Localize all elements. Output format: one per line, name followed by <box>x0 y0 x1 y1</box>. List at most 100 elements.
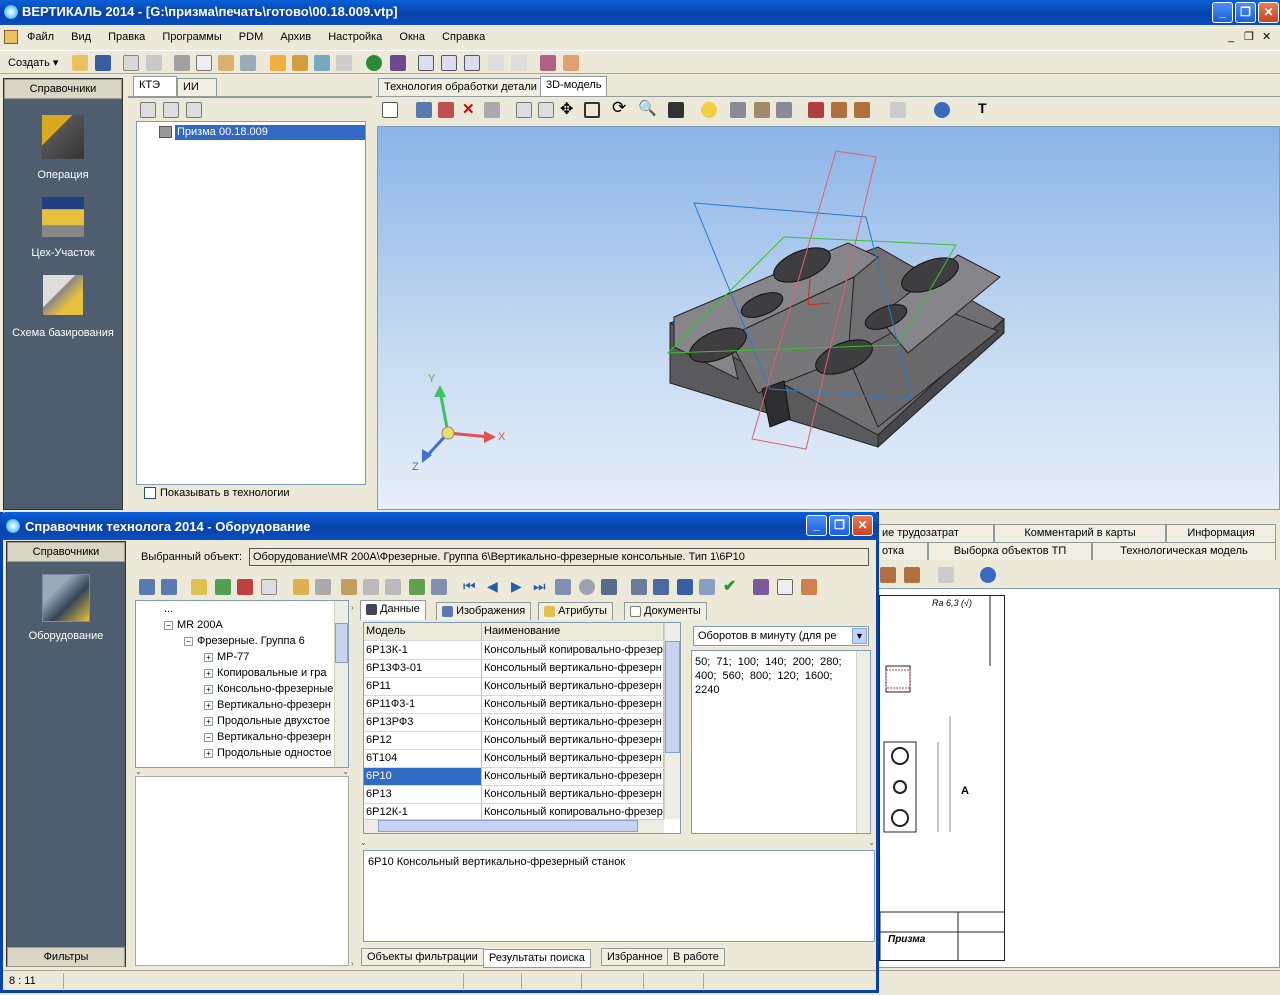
tool-tree-icon[interactable] <box>653 579 669 595</box>
export-tool-icon[interactable] <box>341 579 357 595</box>
tree-node[interactable]: + Продольные двухстое <box>140 713 336 729</box>
col-name-header[interactable]: Наименование <box>482 623 664 641</box>
menu-help[interactable]: Справка <box>442 31 485 43</box>
menu-programs[interactable]: Программы <box>162 31 221 43</box>
edit-icon[interactable] <box>191 579 207 595</box>
param-select[interactable]: Оборотов в минуту (для ре ▼ <box>693 626 869 646</box>
print-icon[interactable] <box>146 55 162 71</box>
tab-search-results[interactable]: Результаты поиска <box>483 949 591 968</box>
first-icon[interactable]: ⏮ <box>463 578 476 595</box>
check-remove-icon[interactable] <box>431 579 447 595</box>
mdi-close-icon[interactable]: ✕ <box>1262 27 1271 47</box>
tab-tech-processing[interactable]: Технология обработки детали <box>378 78 543 96</box>
rotate-icon[interactable]: ⟳ <box>612 98 626 118</box>
window-1-icon[interactable] <box>418 55 434 71</box>
minimize-button[interactable]: _ <box>1212 2 1233 23</box>
tree-scrollbar[interactable] <box>334 601 348 767</box>
show-in-tech-checkbox[interactable]: Показывать в технологии <box>144 487 290 500</box>
filter-icon[interactable] <box>601 579 617 595</box>
add-icon[interactable] <box>215 579 231 595</box>
draw-tool-2-icon[interactable] <box>904 567 920 583</box>
expand-icon[interactable]: + <box>204 716 213 726</box>
menu-settings[interactable]: Настройка <box>328 31 382 43</box>
text-tool-icon[interactable]: T <box>978 100 987 116</box>
collapse-icon[interactable]: − <box>184 636 193 646</box>
folder-tool-icon[interactable] <box>293 579 309 595</box>
window-3-icon[interactable] <box>464 55 480 71</box>
tab-in-work[interactable]: В работе <box>667 948 725 966</box>
col-model-header[interactable]: Модель <box>364 623 482 641</box>
expand-icon[interactable]: + <box>204 652 213 662</box>
move-down-icon[interactable] <box>161 579 177 595</box>
pan-icon[interactable]: ✥ <box>560 99 573 119</box>
import-icon[interactable] <box>416 102 432 118</box>
close-button[interactable]: ✕ <box>1258 2 1279 23</box>
zoom-icon[interactable]: 🔍 <box>638 99 657 117</box>
table-row[interactable]: 6Р10 Консольный вертикально-фрезерн <box>364 768 664 786</box>
exit-tool-icon[interactable] <box>801 579 817 595</box>
mdi-restore-icon[interactable]: ❐ <box>1244 27 1254 47</box>
model-copy-icon[interactable] <box>516 102 532 118</box>
dialog-close-button[interactable]: ✕ <box>852 515 873 536</box>
tab-ii[interactable]: ИИ <box>177 78 217 96</box>
table-row[interactable]: 6Р13 Консольный вертикально-фрезерн <box>364 786 664 804</box>
menu-view[interactable]: Вид <box>71 31 91 43</box>
table-v-scrollbar[interactable] <box>664 623 680 819</box>
tab-card-comment[interactable]: Комментарий в карты <box>994 524 1166 542</box>
section-1-icon[interactable] <box>808 102 824 118</box>
clear-icon[interactable] <box>261 579 277 595</box>
delete-icon[interactable]: ✕ <box>462 100 475 118</box>
window-5-icon[interactable] <box>511 55 527 71</box>
tree-splitter[interactable]: ⌄ ⌄ <box>135 768 349 776</box>
window-4-icon[interactable] <box>488 55 504 71</box>
tool-1-icon[interactable] <box>270 55 286 71</box>
tab-kte[interactable]: КТЭ <box>133 76 177 96</box>
tree-node[interactable]: − MR 200A <box>140 617 336 633</box>
tab-information[interactable]: Информация <box>1166 524 1276 542</box>
table-row[interactable]: 6Р11Ф3-1 Консольный вертикально-фрезерн <box>364 696 664 714</box>
tree-tool-1-icon[interactable] <box>140 102 156 118</box>
kompas-icon[interactable] <box>934 102 950 118</box>
tool-filter-icon[interactable] <box>631 579 647 595</box>
basing-scheme-item[interactable]: Схема базирования <box>4 275 122 339</box>
numbering-icon[interactable] <box>123 55 139 71</box>
expand-icon[interactable]: + <box>204 700 213 710</box>
tab-attributes[interactable]: Атрибуты <box>538 602 613 620</box>
zoom-fit-icon[interactable] <box>584 102 600 118</box>
next-icon[interactable]: ▶ <box>511 578 522 595</box>
vertical-logo-icon[interactable] <box>366 55 382 71</box>
references-header[interactable]: Справочники <box>4 79 122 99</box>
param-scrollbar[interactable] <box>856 651 870 833</box>
dialog-minimize-button[interactable]: _ <box>806 515 827 536</box>
table-row[interactable]: 6Р13К-1 Консольный копировально-фрезерн <box>364 642 664 660</box>
light-icon[interactable] <box>701 102 717 118</box>
tree-tool-2-icon[interactable] <box>163 102 179 118</box>
operation-item[interactable]: Операция <box>4 115 122 181</box>
draw-tool-1-icon[interactable] <box>880 567 896 583</box>
view-icon[interactable] <box>668 102 684 118</box>
copy-icon[interactable] <box>196 55 212 71</box>
expand-icon[interactable]: + <box>204 748 213 758</box>
find-icon[interactable] <box>240 55 256 71</box>
dialog-maximize-button[interactable]: ❐ <box>829 515 850 536</box>
table-h-scrollbar[interactable] <box>364 819 664 833</box>
expand-icon[interactable]: + <box>204 684 213 694</box>
info-icon[interactable] <box>777 579 793 595</box>
settings-icon[interactable] <box>484 102 500 118</box>
collapse-icon[interactable]: − <box>164 620 173 630</box>
tab-filter-objects[interactable]: Объекты фильтрации <box>361 948 484 966</box>
tool-2-icon[interactable] <box>292 55 308 71</box>
tree-node[interactable]: + Копировальные и гра <box>140 665 336 681</box>
menu-windows[interactable]: Окна <box>399 31 425 43</box>
remove-icon[interactable] <box>237 579 253 595</box>
table-row[interactable]: 6Р13Ф3-01 Консольный вертикально-фрезерн <box>364 660 664 678</box>
gears-1-icon[interactable] <box>730 102 746 118</box>
workshop-item[interactable]: Цех-Участок <box>4 197 122 259</box>
export-icon[interactable] <box>438 102 454 118</box>
table-row[interactable]: 6Р11 Консольный вертикально-фрезерн <box>364 678 664 696</box>
details-splitter[interactable]: ⌄ ⌄ <box>360 839 875 847</box>
reference-book-icon[interactable] <box>540 55 556 71</box>
apply-check-icon[interactable]: ✔ <box>723 576 736 596</box>
tab-favorites[interactable]: Избранное <box>601 948 669 966</box>
search-icon[interactable] <box>579 579 595 595</box>
